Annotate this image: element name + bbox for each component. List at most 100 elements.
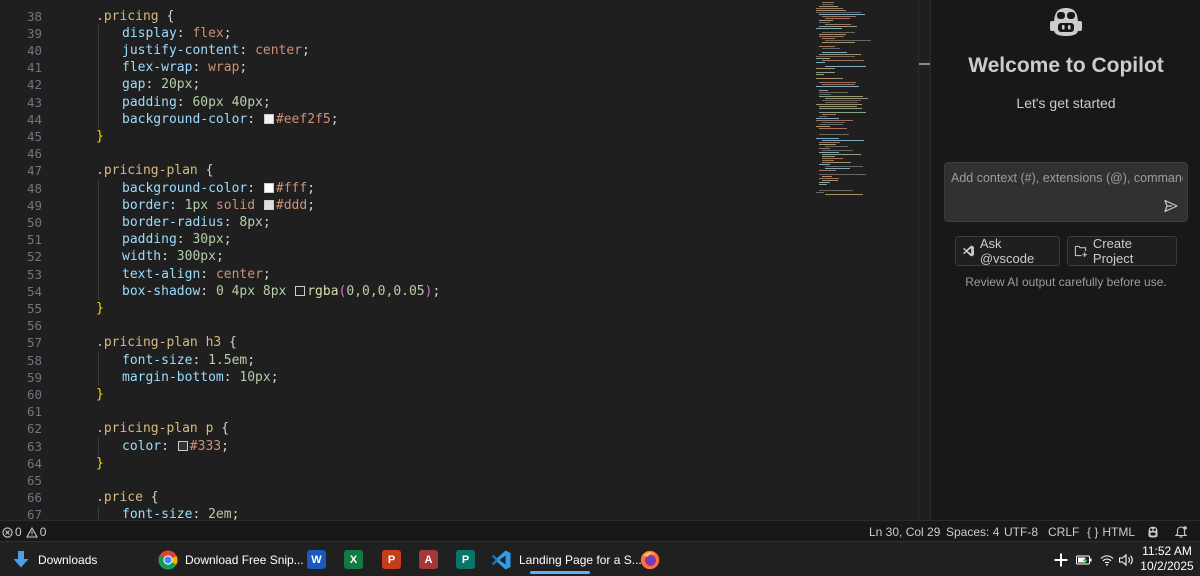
notifications-icon[interactable] xyxy=(1174,524,1188,540)
color-swatch[interactable] xyxy=(263,199,274,210)
line-number: 60 xyxy=(26,386,42,402)
problems-indicator[interactable]: 0 0 xyxy=(2,524,46,540)
color-swatch[interactable] xyxy=(263,113,274,124)
taskbar-word[interactable]: W xyxy=(307,542,326,576)
code-line[interactable]: } xyxy=(96,300,104,317)
taskbar-downloads[interactable]: Downloads xyxy=(12,542,97,576)
code-token: 0 4px 8px xyxy=(215,283,295,299)
chat-input-box[interactable] xyxy=(944,162,1188,222)
editor-scrollbar[interactable] xyxy=(918,0,930,520)
create-project-button[interactable]: Create Project xyxy=(1067,236,1177,266)
minimap-line xyxy=(822,150,853,151)
eol-setting[interactable]: CRLF xyxy=(1048,524,1079,540)
code-line[interactable]: .pricing-plan h3 { xyxy=(96,334,237,351)
taskbar-excel[interactable]: X xyxy=(344,542,363,576)
minimap-line xyxy=(819,94,831,95)
code-area[interactable]: .pricing {display: flex; justify-content:… xyxy=(70,0,810,520)
code-line[interactable]: .pricing-plan p { xyxy=(96,420,229,437)
code-line[interactable]: justify-content: center; xyxy=(122,42,310,59)
code-line[interactable]: gap: 20px; xyxy=(122,76,200,93)
taskbar-firefox[interactable] xyxy=(640,542,660,576)
minimap-line xyxy=(819,190,853,191)
line-number: 67 xyxy=(26,507,42,520)
minimap-line xyxy=(822,84,855,85)
tray-clock[interactable]: 11:52 AM 10/2/2025 xyxy=(1140,544,1194,574)
taskbar-powerpoint[interactable]: P xyxy=(382,542,401,576)
taskbar-chrome[interactable]: Download Free Snip... xyxy=(158,542,304,576)
code-line[interactable]: margin-bottom: 10px; xyxy=(122,369,279,386)
taskbar-downloads-label: Downloads xyxy=(38,552,98,567)
copilot-welcome-title: Welcome to Copilot xyxy=(968,54,1164,77)
code-editor[interactable]: 38 39 40 41 42 43 44 45 46 47 48 49 50 51 52 53 54 55 56 57… xyxy=(0,0,930,520)
code-token: } xyxy=(96,128,104,144)
line-number: 62 xyxy=(26,421,42,437)
code-line[interactable]: .pricing { xyxy=(96,8,174,25)
copilot-status-icon[interactable] xyxy=(1146,524,1160,540)
code-line[interactable]: border: 1px solid #ddd; xyxy=(122,197,315,214)
code-line[interactable]: color: #333; xyxy=(122,438,229,455)
color-swatch[interactable] xyxy=(263,182,274,193)
minimap-line xyxy=(819,106,857,107)
code-token: ; xyxy=(223,232,232,248)
code-line[interactable]: text-align: center; xyxy=(122,266,271,283)
code-token: .price xyxy=(96,490,143,506)
code-token: ; xyxy=(221,438,229,454)
minimap-line xyxy=(819,112,866,113)
code-line[interactable]: } xyxy=(96,128,104,145)
code-token: center xyxy=(255,42,303,58)
copilot-chat-panel: Welcome to Copilot Let's get started Ask… xyxy=(930,0,1200,520)
minimap-line xyxy=(816,58,830,59)
ask-vscode-button[interactable]: Ask @vscode xyxy=(955,236,1060,266)
code-token: 10px xyxy=(239,369,271,385)
minimap-line xyxy=(819,82,856,83)
code-token: ; xyxy=(307,180,316,196)
code-token: wrap xyxy=(208,60,240,76)
minimap-line xyxy=(819,174,866,175)
code-token: .pricing xyxy=(96,8,159,24)
line-number: 44 xyxy=(26,111,42,127)
code-line[interactable]: padding: 30px; xyxy=(122,231,232,248)
tray-battery[interactable] xyxy=(1076,542,1092,576)
minimap-line xyxy=(822,180,838,181)
code-line[interactable]: } xyxy=(96,386,104,403)
code-line[interactable]: .pricing-plan { xyxy=(96,162,213,179)
chat-input[interactable] xyxy=(951,171,1183,185)
code-line[interactable]: .price { xyxy=(96,489,159,506)
tray-volume[interactable] xyxy=(1118,542,1134,576)
code-token: : xyxy=(247,111,263,127)
code-line[interactable]: flex-wrap: wrap; xyxy=(122,59,247,76)
color-swatch[interactable] xyxy=(295,285,306,296)
code-token: ; xyxy=(307,197,316,213)
taskbar-publisher[interactable]: P xyxy=(456,542,475,576)
send-icon[interactable] xyxy=(1163,198,1179,214)
minimap-line xyxy=(822,60,864,61)
code-line[interactable]: display: flex; xyxy=(122,25,232,42)
code-token: ; xyxy=(330,111,339,127)
code-line[interactable]: background-color: #eef2f5; xyxy=(122,111,339,128)
line-number: 40 xyxy=(26,42,42,58)
indentation-setting[interactable]: Spaces: 4 xyxy=(946,524,999,540)
minimap[interactable] xyxy=(812,0,916,520)
code-line[interactable]: font-size: 1.5em; xyxy=(122,352,255,369)
code-line[interactable]: width: 300px; xyxy=(122,248,224,265)
code-line[interactable]: } xyxy=(96,455,104,472)
taskbar-access[interactable]: A xyxy=(419,542,438,576)
cursor-position[interactable]: Ln 30, Col 29 xyxy=(869,524,940,540)
code-line[interactable]: border-radius: 8px; xyxy=(122,214,271,231)
code-token: : xyxy=(192,60,209,76)
minimap-line xyxy=(819,96,863,97)
line-number: 65 xyxy=(26,472,42,488)
code-line[interactable]: font-size: 2em; xyxy=(122,506,239,520)
tray-plus-button[interactable] xyxy=(1053,542,1069,576)
tray-wifi[interactable] xyxy=(1100,542,1114,576)
code-line[interactable]: box-shadow: 0 4px 8px rgba(0,0,0,0.05); xyxy=(122,283,440,300)
language-mode[interactable]: { } HTML xyxy=(1087,524,1135,540)
encoding-setting[interactable]: UTF-8 xyxy=(1004,524,1038,540)
download-arrow-icon xyxy=(13,550,29,567)
code-line[interactable]: background-color: #fff; xyxy=(122,180,315,197)
minimap-line xyxy=(825,194,863,195)
code-line[interactable]: padding: 60px 40px; xyxy=(122,94,271,111)
line-number: 61 xyxy=(26,404,42,420)
color-swatch[interactable] xyxy=(177,440,188,451)
code-token: ; xyxy=(215,249,224,265)
